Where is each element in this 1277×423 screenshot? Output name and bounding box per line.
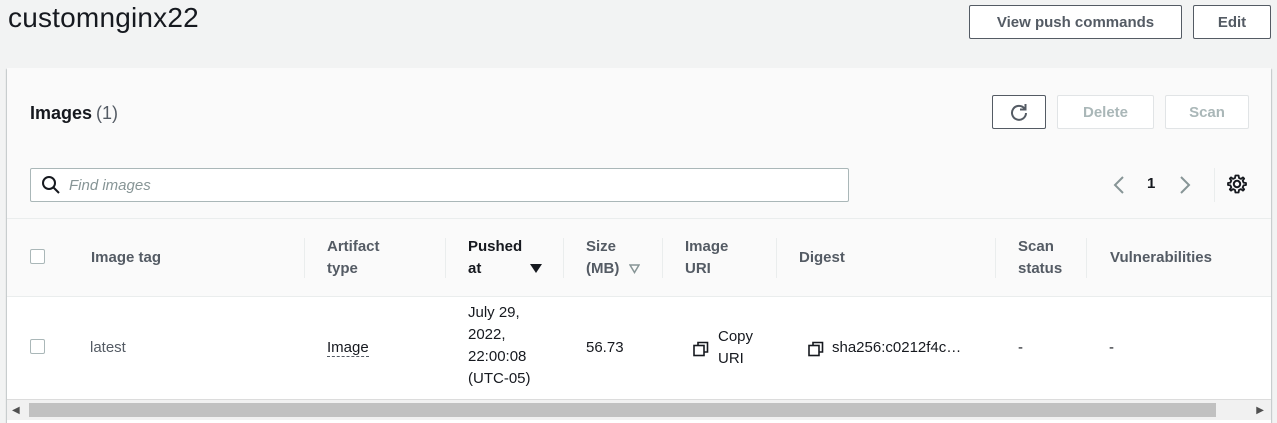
column-divider	[563, 238, 564, 278]
search-icon	[42, 176, 60, 194]
image-tag-cell: latest	[90, 339, 126, 356]
column-image-uri-line1: Image	[685, 238, 729, 255]
column-scan-status-line1: Scan	[1018, 238, 1054, 255]
sort-descending-icon	[530, 264, 542, 273]
column-artifact-type[interactable]: Artifact type	[327, 236, 380, 280]
edit-button[interactable]: Edit	[1193, 5, 1271, 39]
column-divider	[1086, 238, 1087, 278]
delete-button[interactable]: Delete	[1057, 95, 1154, 129]
column-divider	[995, 238, 996, 278]
column-size-line1: Size	[586, 238, 617, 255]
column-divider	[445, 238, 446, 278]
copy-uri-line1: Copy	[718, 328, 754, 345]
pushed-at-line1: July 29,	[468, 304, 520, 321]
scroll-right-arrow-icon[interactable]: ▶	[1256, 405, 1264, 416]
page-title: customnginx22	[8, 2, 199, 33]
row-checkbox[interactable]	[30, 339, 45, 354]
column-digest[interactable]: Digest	[799, 247, 845, 269]
vulnerabilities-cell: -	[1109, 339, 1114, 356]
pushed-at-line4: (UTC-05)	[468, 370, 531, 387]
refresh-icon	[1011, 104, 1027, 121]
pager-divider	[1214, 168, 1215, 202]
digest-cell: sha256:c0212f4c…	[832, 339, 962, 356]
horizontal-scrollbar[interactable]: ◀ ▶	[7, 399, 1271, 420]
search-input[interactable]	[69, 176, 829, 194]
artifact-type-cell[interactable]: Image	[327, 337, 369, 359]
column-pushed-at-line1: Pushed	[468, 238, 523, 255]
artifact-type-link[interactable]: Image	[327, 339, 369, 357]
scroll-left-arrow-icon[interactable]: ◀	[12, 405, 20, 416]
column-divider	[776, 238, 777, 278]
column-size-line2: (MB)	[586, 260, 620, 277]
column-size[interactable]: Size (MB)	[586, 236, 619, 280]
select-all-checkbox[interactable]	[30, 249, 45, 264]
search-box	[30, 168, 849, 202]
column-divider	[304, 238, 305, 278]
pushed-at-cell: July 29, 2022, 22:00:08 (UTC-05)	[468, 302, 531, 390]
sort-caret-down-icon	[629, 264, 640, 274]
chevron-right-icon[interactable]	[1175, 173, 1195, 197]
copy-uri-button[interactable]: Copy URI	[718, 326, 753, 370]
scan-status-cell: -	[1018, 339, 1023, 356]
scroll-thumb[interactable]	[29, 403, 1216, 417]
column-divider	[662, 238, 663, 278]
refresh-button[interactable]	[992, 95, 1046, 129]
column-image-uri-line2: URI	[685, 260, 711, 277]
page-number[interactable]: 1	[1147, 175, 1155, 192]
column-image-tag[interactable]: Image tag	[91, 247, 161, 269]
scan-button[interactable]: Scan	[1165, 95, 1249, 129]
panel-title-text: Images	[30, 103, 93, 123]
image-count: (1)	[96, 103, 119, 123]
column-artifact-type-line2: type	[327, 260, 358, 277]
column-scan-status[interactable]: Scan status	[1018, 236, 1062, 280]
panel-title: Images (1)	[30, 103, 118, 124]
copy-icon[interactable]	[693, 341, 709, 357]
column-vulnerabilities[interactable]: Vulnerabilities	[1110, 247, 1212, 269]
size-cell: 56.73	[586, 339, 624, 356]
images-panel: Images(1) Delete Scan 1 Image tag Artifa…	[7, 68, 1271, 423]
column-image-uri[interactable]: Image URI	[685, 236, 728, 280]
copy-icon[interactable]	[808, 341, 824, 357]
copy-uri-line2: URI	[718, 350, 744, 367]
column-artifact-type-line1: Artifact	[327, 238, 380, 255]
column-scan-status-line2: status	[1018, 260, 1063, 277]
view-push-commands-button[interactable]: View push commands	[969, 5, 1182, 39]
gear-icon[interactable]	[1226, 173, 1248, 195]
pushed-at-line2: 2022,	[468, 326, 506, 343]
table-header	[7, 218, 1271, 297]
chevron-left-icon[interactable]	[1109, 173, 1129, 197]
pushed-at-line3: 22:00:08	[468, 348, 527, 365]
